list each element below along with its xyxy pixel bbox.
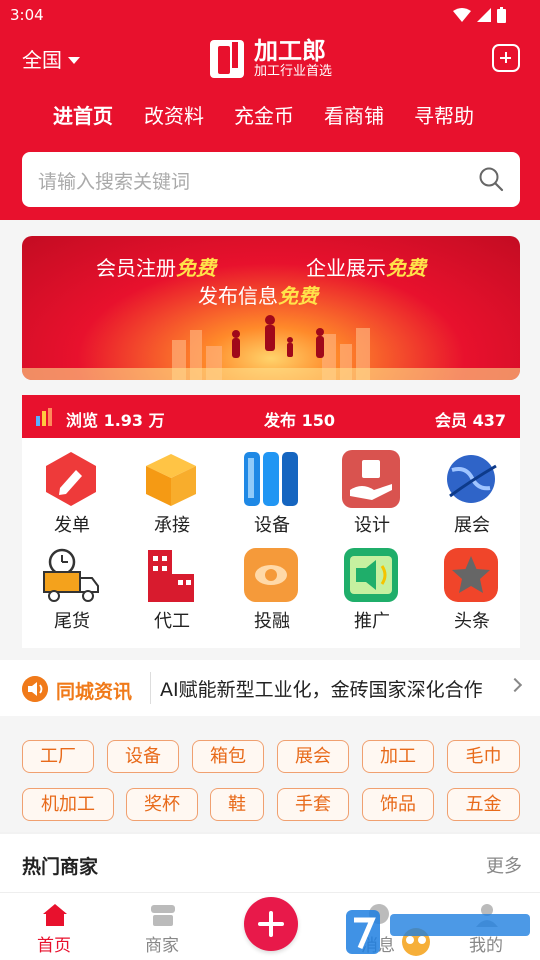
grid-item-financing[interactable]: 投融 [222, 534, 322, 632]
stat-views: 浏览 1.93 万 [66, 411, 165, 430]
news-headline[interactable]: AI赋能新型工业化，金砖国家深化合作 [160, 675, 483, 702]
tab-edit-profile[interactable]: 改资料 [144, 100, 204, 129]
grid-item-oem[interactable]: 代工 [122, 534, 222, 632]
tag-chip[interactable]: 加工 [362, 740, 434, 773]
edit-icon [46, 452, 96, 506]
grid-item-surplus[interactable]: 尾货 [22, 534, 122, 632]
tag-chip[interactable]: 五金 [447, 788, 520, 821]
grid-item-contract[interactable]: 承接 [122, 438, 222, 536]
grid-item-order[interactable]: 发单 [22, 438, 122, 536]
category-tags: 工厂 设备 箱包 展会 加工 毛巾 机加工 奖杯 鞋 手套 饰品 五金 [0, 716, 540, 832]
grid-label: 代工 [154, 611, 190, 632]
tag-chip[interactable]: 鞋 [210, 788, 264, 821]
app-slogan: 加工行业首选 [254, 64, 333, 79]
region-selector[interactable]: 全国 [22, 44, 80, 73]
grid-item-design[interactable]: 设计 [322, 438, 422, 536]
building-icon [148, 550, 194, 602]
box-icon [146, 454, 196, 506]
banner-line-3: 发布信息免费 [198, 284, 318, 308]
eye-icon [244, 548, 298, 602]
tab-home[interactable]: 进首页 [53, 100, 113, 129]
tab-bar-label: 商家 [145, 936, 179, 956]
app-name: 加工郎 [254, 37, 326, 65]
tab-bar-home[interactable]: 首页 [4, 893, 104, 960]
tag-chip[interactable]: 展会 [277, 740, 349, 773]
tag-chip[interactable]: 箱包 [192, 740, 264, 773]
section-title: 热门商家 [22, 856, 99, 878]
watermark-logo [346, 910, 530, 956]
wifi-icon [453, 8, 471, 22]
hot-merchants-header: 热门商家 更多 [0, 834, 540, 894]
megaphone-icon [344, 548, 398, 602]
banner-line-2: 企业展示免费 [306, 256, 426, 280]
grid-label: 尾货 [54, 611, 90, 632]
logo-mark-icon [210, 40, 244, 78]
add-button[interactable] [492, 44, 520, 72]
stat-members: 会员 437 [435, 411, 506, 430]
app-header: 全国 加工郎 加工行业首选 进首页 改资料 充金币 看商铺 寻帮助 请输入搜索关… [0, 32, 540, 220]
grid-label: 推广 [354, 611, 390, 632]
star-icon [444, 548, 498, 602]
tag-chip[interactable]: 毛巾 [447, 740, 520, 773]
grid-item-equipment[interactable]: 设备 [222, 438, 322, 536]
home-icon [43, 904, 67, 926]
tag-chip[interactable]: 手套 [277, 788, 349, 821]
speaker-icon [22, 676, 48, 702]
chevron-down-icon [68, 56, 80, 64]
status-time: 3:04 [10, 6, 44, 24]
tab-help[interactable]: 寻帮助 [414, 100, 474, 129]
globe-icon [447, 455, 497, 503]
banner-line-1: 会员注册免费 [96, 256, 216, 280]
grid-item-promotion[interactable]: 推广 [322, 534, 422, 632]
promo-banner[interactable]: 会员注册免费 企业展示免费 发布信息免费 [22, 236, 520, 380]
tag-chip[interactable]: 奖杯 [126, 788, 198, 821]
signal-icon [477, 8, 491, 22]
system-icons [453, 7, 506, 23]
grid-label: 投融 [254, 611, 290, 632]
tag-chip[interactable]: 饰品 [362, 788, 434, 821]
device-icon [244, 452, 298, 506]
stats-bar: 浏览 1.93 万 发布 150 会员 437 [22, 395, 520, 438]
region-label: 全国 [22, 48, 62, 72]
tag-chip[interactable]: 工厂 [22, 740, 94, 773]
news-divider [150, 672, 151, 704]
status-bar: 3:04 [0, 0, 540, 32]
grid-label: 头条 [454, 611, 490, 632]
chevron-right-icon[interactable] [507, 677, 523, 693]
tab-shops[interactable]: 看商铺 [324, 100, 384, 129]
local-news-ticker[interactable]: 同城资讯 AI赋能新型工业化，金砖国家深化合作 [0, 660, 540, 716]
grid-item-expo[interactable]: 展会 [422, 438, 522, 536]
search-icon[interactable] [478, 166, 504, 192]
tag-chip[interactable]: 机加工 [22, 788, 114, 821]
bar-chart-icon [36, 408, 52, 426]
tab-recharge[interactable]: 充金币 [234, 100, 294, 129]
truck-icon [43, 548, 99, 602]
stat-posts: 发布 150 [264, 411, 335, 430]
search-placeholder: 请输入搜索关键词 [38, 171, 191, 193]
tag-chip[interactable]: 设备 [107, 740, 179, 773]
design-icon [342, 450, 400, 508]
tab-bar-merchant[interactable]: 商家 [112, 893, 212, 960]
skyline-runners-illustration [22, 315, 520, 380]
more-link[interactable]: 更多 [486, 852, 522, 878]
app-logo: 加工郎 加工行业首选 [210, 38, 332, 80]
publish-button[interactable] [244, 897, 298, 951]
feature-grid: 发单 承接 设备 设计 展会 尾货 代工 投融 推广 头条 [22, 438, 520, 648]
battery-icon [497, 7, 506, 23]
top-tabs: 进首页 改资料 充金币 看商铺 寻帮助 [0, 100, 540, 140]
search-input[interactable]: 请输入搜索关键词 [22, 152, 520, 207]
grid-item-headlines[interactable]: 头条 [422, 534, 522, 632]
news-tag: 同城资讯 [56, 681, 133, 703]
tab-bar-label: 首页 [37, 936, 71, 956]
shop-icon [151, 905, 175, 926]
